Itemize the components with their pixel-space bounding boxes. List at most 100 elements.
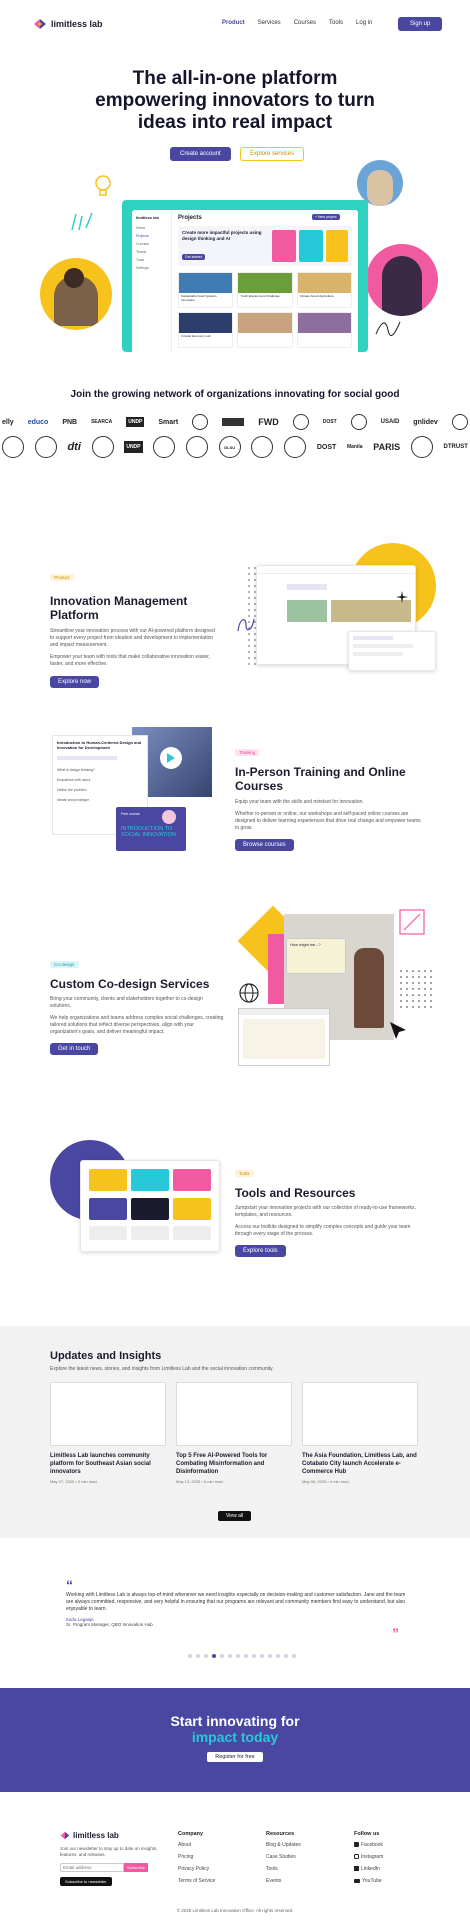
browse-courses-button[interactable]: Browse courses (235, 839, 294, 851)
carousel-dot[interactable] (292, 1654, 296, 1658)
footer-link[interactable]: Terms of Service (178, 1878, 215, 1884)
course-lesson[interactable]: Define the problem (57, 788, 143, 792)
course-lesson[interactable]: What is design thinking? (57, 768, 143, 772)
sparkle-icon (396, 591, 408, 603)
mock-banner-cta[interactable]: Get started (182, 254, 206, 260)
footer-link[interactable]: Blog & Updates (266, 1842, 301, 1848)
partner-logo: Smart (158, 418, 179, 426)
youtube-link[interactable]: YouTube (354, 1878, 383, 1884)
view-all-button[interactable]: View all (218, 1511, 252, 1521)
updates-subtitle: Explore the latest news, stories, and in… (50, 1366, 274, 1372)
feature-tag: Co-design (50, 961, 79, 968)
nav-login[interactable]: Log in (356, 20, 372, 26)
nav-tools[interactable]: Tools (329, 20, 343, 26)
register-button[interactable]: Register for free (207, 1752, 263, 1762)
mock-sidebar-item[interactable]: Projects (136, 234, 167, 238)
hero-photo-right (366, 244, 438, 316)
explore-platform-button[interactable]: Explore now (50, 676, 100, 688)
instagram-link[interactable]: Instagram (354, 1854, 383, 1860)
carousel-dot[interactable] (252, 1654, 256, 1658)
feature-description: Access our toolkits designed to simplify… (235, 1224, 411, 1237)
mock-sidebar-item[interactable]: Courses (136, 242, 167, 246)
course-lesson[interactable]: Empathize with users (57, 778, 143, 782)
signup-button[interactable]: Sign up (398, 17, 443, 31)
post-card[interactable]: The Asia Foundation, Limitless Lab, and … (302, 1382, 418, 1492)
partner-logo: DTRUST (443, 444, 468, 450)
course-lesson[interactable]: Ideate and prototype (57, 798, 143, 802)
footer-link[interactable]: About (178, 1842, 215, 1848)
subscribe-button[interactable]: Subscribe (124, 1863, 148, 1872)
feature-description: We help organizations and teams address … (50, 1015, 224, 1035)
feature-training: Training In-Person Training and Online Co… (235, 741, 425, 851)
partner-logo: gnlidev (413, 418, 438, 426)
course-card[interactable]: Free course INTRODUCTION TO SOCIAL INNOV… (116, 807, 186, 851)
partner-logo-placeholder (222, 418, 245, 426)
explore-services-button[interactable]: Explore services (240, 147, 305, 161)
mock-sidebar-item[interactable]: Settings (136, 266, 167, 270)
mock-new-project-button[interactable]: + New project (312, 214, 340, 220)
carousel-dot[interactable] (268, 1654, 272, 1658)
hero-photo-left (40, 258, 112, 330)
mock-banner: Create more impactful projects using des… (178, 226, 352, 266)
mock-sidebar-item[interactable]: Home (136, 226, 167, 230)
navbar: limitless lab Product Services Courses T… (0, 0, 470, 50)
partner-logo: PARIS (373, 442, 401, 452)
mock-sidebar-item[interactable]: Tools (136, 258, 167, 262)
feature-codesign-illustration: How might we...? (237, 905, 438, 1066)
partner-seal-icon (292, 414, 309, 430)
post-image (50, 1382, 166, 1446)
nav-courses[interactable]: Courses (294, 20, 316, 26)
carousel-dot[interactable] (204, 1654, 208, 1658)
limitless-logo-icon (60, 1831, 70, 1840)
feature-tag: Training (235, 749, 260, 756)
testimonial-role: Sr. Program Manager, QBO Innovation Hub (66, 1622, 153, 1627)
sparkle-doodle-icon (71, 212, 93, 231)
carousel-dot[interactable] (284, 1654, 288, 1658)
footer-link[interactable]: Tools (266, 1866, 301, 1872)
carousel-dot[interactable] (196, 1654, 200, 1658)
partner-seal-icon (350, 414, 367, 430)
carousel-dot[interactable] (260, 1654, 264, 1658)
footer-link[interactable]: Privacy Policy (178, 1866, 215, 1872)
post-card[interactable]: Top 5 Free AI-Powered Tools for Combatin… (176, 1382, 292, 1492)
carousel-dot[interactable] (228, 1654, 232, 1658)
mock-sidebar-item[interactable]: Teams (136, 250, 167, 254)
partner-seal-icon (451, 414, 468, 430)
footer-brand[interactable]: limitless lab (60, 1831, 119, 1840)
spiral-doodle-icon (237, 618, 255, 632)
facebook-link[interactable]: Facebook (354, 1842, 383, 1848)
updates-section: Updates and Insights Explore the latest … (0, 1326, 470, 1538)
play-button-icon[interactable] (160, 747, 182, 769)
mock-project-card[interactable]: Sustainable Food Systems Innovation (178, 272, 234, 308)
post-title: Top 5 Free AI-Powered Tools for Combatin… (176, 1453, 268, 1475)
mock-project-card[interactable]: Youth Employment Challenge (237, 272, 293, 308)
footer-link[interactable]: Events (266, 1878, 301, 1884)
create-account-button[interactable]: Create account (170, 147, 231, 161)
feature-description: Streamline your innovation process with … (50, 628, 215, 648)
post-image (302, 1382, 418, 1446)
feature-description: Whether in-person or online, our worksho… (235, 811, 421, 831)
post-card[interactable]: Limitless Lab launches community platfor… (50, 1382, 166, 1492)
explore-tools-button[interactable]: Explore tools (235, 1245, 286, 1257)
nav-services[interactable]: Services (258, 20, 281, 26)
board-title: How might we...? (290, 942, 321, 947)
get-in-touch-button[interactable]: Get in touch (50, 1043, 99, 1055)
course-panel-title: Introduction to Human-Centered Design an… (57, 740, 142, 750)
partner-seal-icon (91, 436, 114, 458)
brand-logo[interactable]: limitless lab (33, 18, 103, 30)
carousel-dot[interactable] (244, 1654, 248, 1658)
footer-link[interactable]: Pricing (178, 1854, 215, 1860)
newsletter-subscribe-button[interactable]: Subscribe to newsletter (60, 1877, 112, 1886)
mock-project-card[interactable]: Circular Economy Lab (178, 312, 234, 348)
carousel-dot[interactable] (220, 1654, 224, 1658)
mock-project-card[interactable]: Climate Smart Agriculture (296, 272, 352, 308)
carousel-dot[interactable] (236, 1654, 240, 1658)
carousel-dot[interactable] (276, 1654, 280, 1658)
footer-link[interactable]: Case Studies (266, 1854, 301, 1860)
carousel-dot[interactable] (188, 1654, 192, 1658)
email-input[interactable] (60, 1863, 124, 1872)
carousel-dot[interactable] (212, 1654, 216, 1658)
linkedin-link[interactable]: LinkedIn (354, 1866, 383, 1872)
nav-product[interactable]: Product (222, 20, 245, 26)
course-card-title: SOCIAL INNOVATION (121, 832, 176, 838)
